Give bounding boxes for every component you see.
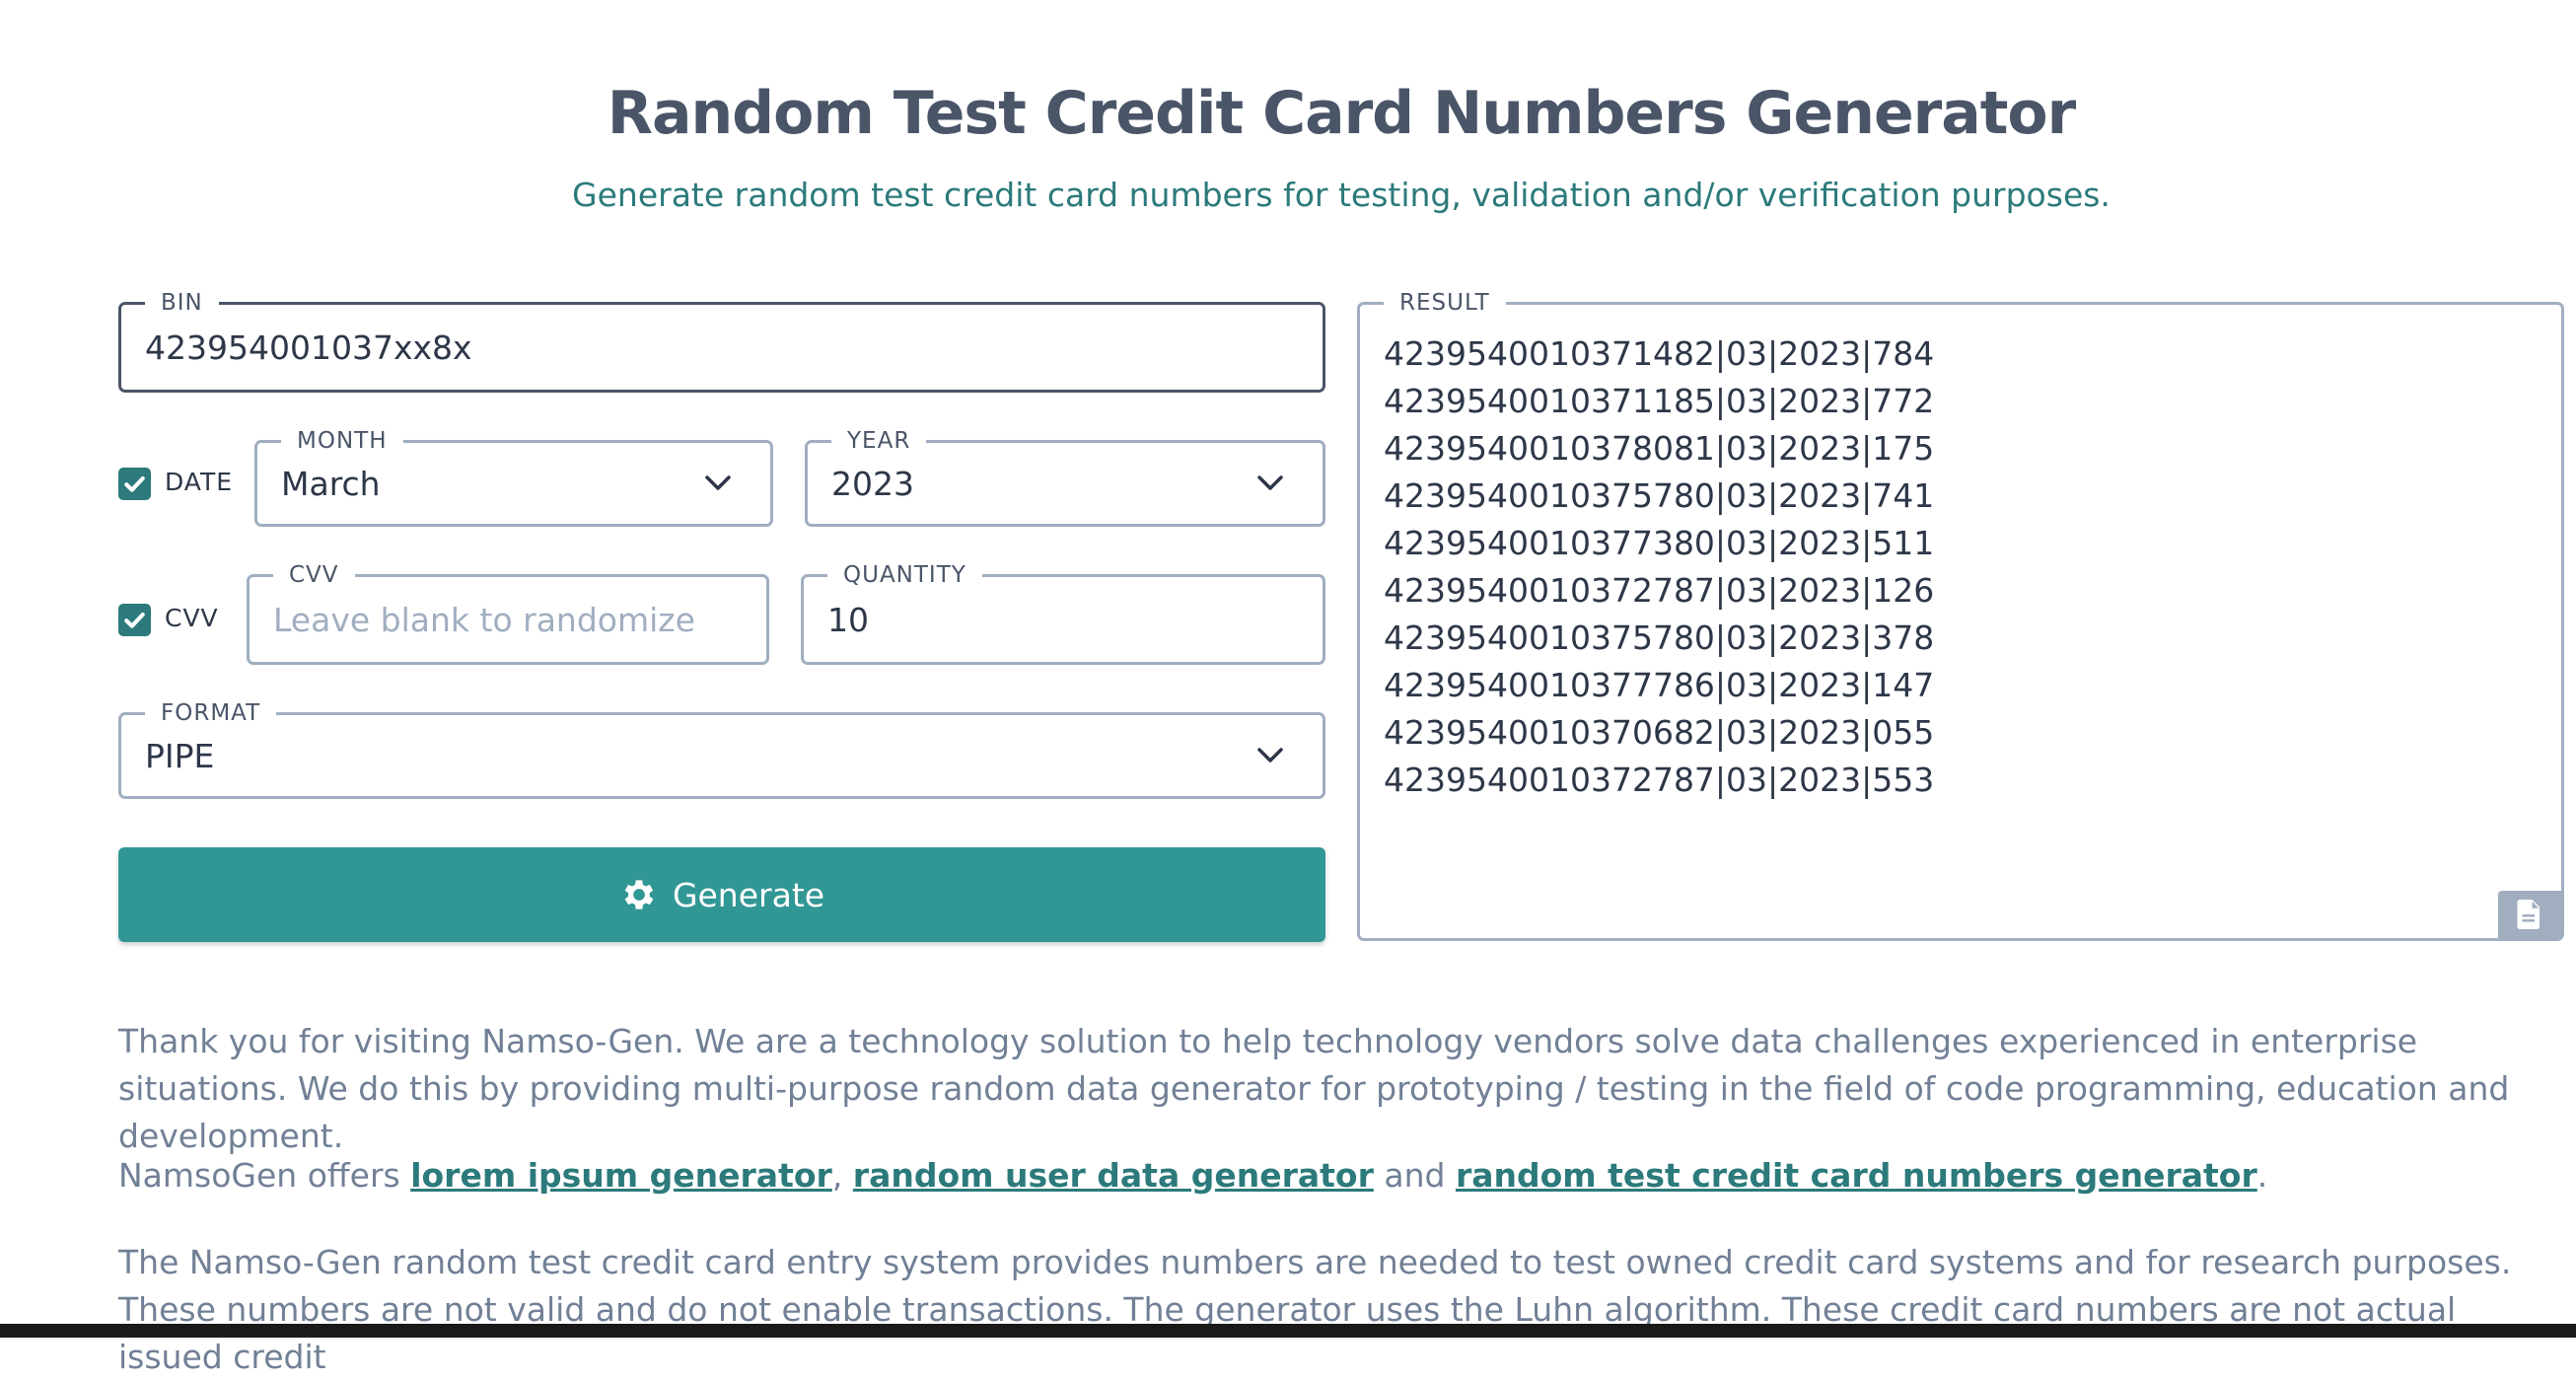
date-checkbox-label: DATE [165, 468, 234, 496]
format-select[interactable]: FORMAT PIPE [118, 699, 1325, 799]
file-icon [2517, 900, 2540, 929]
chevron-down-icon [1257, 748, 1283, 763]
lorem-ipsum-link[interactable]: lorem ipsum generator [410, 1156, 832, 1195]
generate-button[interactable]: Generate [118, 847, 1325, 942]
date-checkbox[interactable] [118, 468, 151, 500]
month-value: March [281, 464, 381, 503]
cvv-checkbox[interactable] [118, 604, 151, 636]
result-line: 4239540010375780|03|2023|741 [1384, 476, 1935, 515]
result-line: 4239540010372787|03|2023|553 [1384, 761, 1935, 799]
system-paragraph: The Namso-Gen random test credit card en… [118, 1243, 2512, 1376]
offers-end: . [2256, 1156, 2268, 1195]
result-label: RESULT [1384, 289, 1506, 317]
random-user-link[interactable]: random user data generator [853, 1156, 1374, 1195]
result-lines: 4239540010371482|03|2023|784 423954001037… [1384, 330, 1934, 804]
page-title: Random Test Credit Card Numbers Generato… [607, 79, 2076, 148]
offers-comma: , [831, 1156, 853, 1195]
check-icon [124, 612, 145, 628]
result-line: 4239540010372787|03|2023|126 [1384, 571, 1935, 610]
offers-and: and [1373, 1156, 1456, 1195]
chevron-down-icon [1257, 475, 1283, 490]
cvv-checkbox-label: CVV [165, 604, 219, 632]
bin-field[interactable]: BIN 423954001037xx8x [118, 289, 1325, 393]
cvv-input[interactable]: Leave blank to randomize [273, 577, 695, 662]
year-value: 2023 [831, 464, 914, 503]
cvv-field[interactable]: CVV Leave blank to randomize [247, 561, 769, 665]
result-line: 4239540010371185|03|2023|772 [1384, 382, 1935, 420]
gear-icon [624, 880, 654, 909]
chevron-down-icon [705, 475, 731, 490]
result-line: 4239540010370682|03|2023|055 [1384, 713, 1935, 752]
intro-paragraph: Thank you for visiting Namso-Gen. We are… [118, 1022, 2510, 1155]
bottom-bar [0, 1324, 2576, 1338]
result-line: 4239540010378081|03|2023|175 [1384, 429, 1935, 468]
month-select[interactable]: MONTH March [254, 427, 773, 527]
result-textarea[interactable]: RESULT 4239540010371482|03|2023|784 42395… [1357, 289, 2564, 941]
year-select[interactable]: YEAR 2023 [805, 427, 1325, 527]
credit-card-generator-link[interactable]: random test credit card numbers generato… [1456, 1156, 2257, 1195]
offers-prefix: NamsoGen offers [118, 1156, 411, 1195]
result-line: 4239540010375780|03|2023|378 [1384, 618, 1935, 657]
generate-label: Generate [672, 875, 825, 914]
offers-paragraph: NamsoGen offers lorem ipsum generator, r… [118, 1152, 2564, 1199]
quantity-field[interactable]: QUANTITY 10 [801, 561, 1325, 665]
result-line: 4239540010377786|03|2023|147 [1384, 666, 1935, 704]
page-subtitle: Generate random test credit card numbers… [572, 176, 2111, 214]
result-line: 4239540010377380|03|2023|511 [1384, 524, 1935, 562]
format-value: PIPE [145, 736, 215, 775]
bin-input[interactable]: 423954001037xx8x [145, 305, 472, 390]
copy-button[interactable] [2498, 891, 2561, 938]
quantity-input[interactable]: 10 [827, 577, 869, 662]
check-icon [124, 475, 145, 492]
result-line: 4239540010371482|03|2023|784 [1384, 334, 1935, 373]
